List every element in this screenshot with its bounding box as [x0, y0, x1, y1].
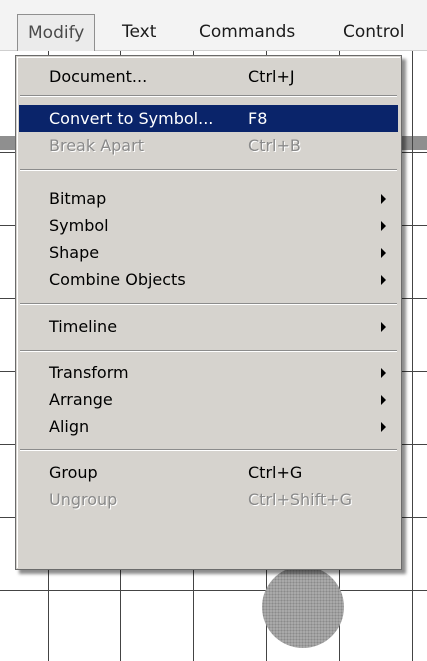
menu-item-shape[interactable]: Shape: [19, 239, 398, 266]
submenu-arrow-icon: [381, 422, 386, 432]
menu-item-label: Transform: [49, 363, 129, 382]
grid-line: [0, 590, 427, 591]
menu-commands[interactable]: Commands: [189, 14, 305, 50]
submenu-arrow-icon: [381, 275, 386, 285]
menu-item-transform[interactable]: Transform: [19, 359, 398, 386]
menu-item-label: Arrange: [49, 390, 113, 409]
menu-item-label: Align: [49, 417, 90, 436]
menu-item-label: Document...: [49, 67, 148, 86]
grid-line: [412, 51, 413, 661]
menu-item-label: Convert to Symbol...: [49, 109, 214, 128]
menu-item-group[interactable]: Group Ctrl+G: [19, 459, 398, 486]
menu-control[interactable]: Control: [333, 14, 414, 50]
menu-separator: [20, 449, 397, 451]
menu-separator: [20, 169, 397, 171]
submenu-arrow-icon: [381, 322, 386, 332]
menu-item-bitmap[interactable]: Bitmap: [19, 185, 398, 212]
menu-item-shortcut: Ctrl+B: [248, 136, 301, 155]
submenu-arrow-icon: [381, 395, 386, 405]
menu-item-label: Timeline: [49, 317, 118, 336]
submenu-arrow-icon: [381, 248, 386, 258]
menubar: Modify Text Commands Control: [0, 0, 427, 51]
menu-separator: [20, 303, 397, 305]
menu-item-label: Shape: [49, 243, 100, 262]
menu-item-shortcut: F8: [248, 109, 268, 128]
menu-item-label: Bitmap: [49, 189, 107, 208]
menu-item-timeline[interactable]: Timeline: [19, 313, 398, 340]
menu-modify[interactable]: Modify: [17, 14, 96, 51]
menu-item-shortcut: Ctrl+Shift+G: [248, 490, 353, 509]
menu-separator: [20, 350, 397, 352]
circle-shape[interactable]: [262, 566, 344, 648]
modify-menu-dropdown: Document... Ctrl+J Convert to Symbol... …: [15, 55, 402, 570]
submenu-arrow-icon: [381, 194, 386, 204]
menu-item-label: Combine Objects: [49, 270, 186, 289]
menu-separator: [20, 95, 397, 97]
menu-item-ungroup: Ungroup Ctrl+Shift+G: [19, 486, 398, 513]
menu-item-document[interactable]: Document... Ctrl+J: [19, 63, 398, 90]
menu-item-combine-objects[interactable]: Combine Objects: [19, 266, 398, 293]
menu-item-label: Symbol: [49, 216, 109, 235]
menu-item-shortcut: Ctrl+G: [248, 463, 303, 482]
menu-item-break-apart: Break Apart Ctrl+B: [19, 132, 398, 159]
menu-item-convert-to-symbol[interactable]: Convert to Symbol... F8: [19, 105, 398, 132]
menu-item-label: Group: [49, 463, 98, 482]
menu-item-shortcut: Ctrl+J: [248, 67, 295, 86]
menu-item-symbol[interactable]: Symbol: [19, 212, 398, 239]
menu-item-arrange[interactable]: Arrange: [19, 386, 398, 413]
submenu-arrow-icon: [381, 368, 386, 378]
menu-item-align[interactable]: Align: [19, 413, 398, 440]
menu-item-label: Ungroup: [49, 490, 118, 509]
menu-item-label: Break Apart: [49, 136, 144, 155]
menu-text[interactable]: Text: [112, 14, 166, 50]
submenu-arrow-icon: [381, 221, 386, 231]
